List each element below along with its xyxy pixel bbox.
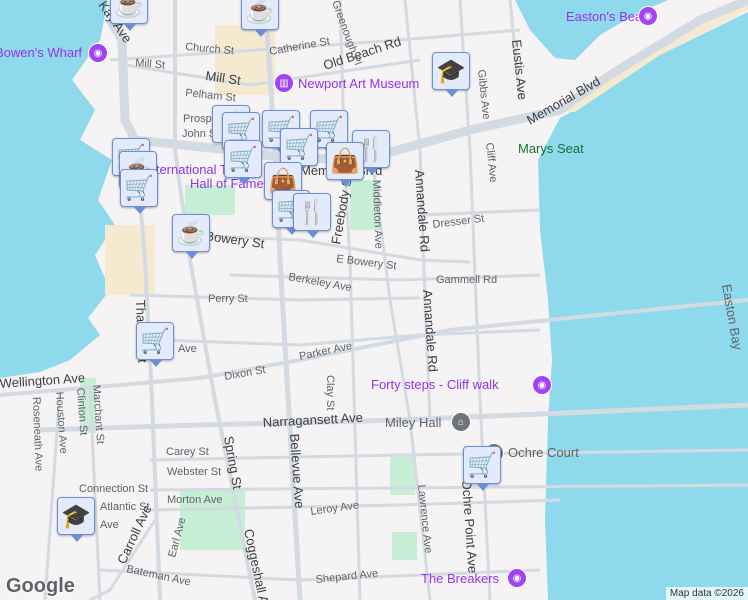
street-label: Cliff Ave [483,142,499,183]
street-label: Annandale Rd [420,289,441,372]
poi-label[interactable]: Newport Art Museum [298,76,419,91]
camera-icon[interactable]: ◉ [532,375,552,395]
street-label: Morton Ave [167,494,222,506]
street-label: Atlantic St [100,501,150,513]
street-label: Gibbs Ave [475,69,492,120]
school-marker[interactable]: 🎓 [432,52,470,97]
map-attribution[interactable]: Map data ©2026 [665,587,748,600]
shopping-cart-marker[interactable]: 🛒 [224,140,262,185]
street-label: Ave [100,519,119,531]
school-icon[interactable]: ⌂ [451,412,471,432]
street-label: Clay St [324,375,336,410]
google-logo: Google [6,575,75,597]
shopping-cart-marker[interactable]: 🛒 [136,322,174,367]
shopping-bag-icon: 👜 [330,147,360,175]
coffee-icon: ☕ [114,0,144,19]
street-label: Webster St [167,466,221,478]
street-label: Annandale Rd [412,169,433,252]
street-label: Ave [178,343,197,355]
coffee-marker[interactable]: ☕ [110,0,148,31]
shopping-cart-marker[interactable]: 🛒 [280,128,318,173]
shopping-bag-marker[interactable]: 👜 [326,142,364,187]
museum-icon[interactable]: ▥ [274,73,294,93]
street-label: Middleton Ave [370,180,384,249]
shopping-cart-icon: 🛒 [314,115,344,143]
shopping-cart-icon: 🛒 [124,174,154,202]
street-label: Connection St [79,483,148,495]
graduation-cap-icon: 🎓 [436,57,466,85]
shopping-cart-marker[interactable]: 🛒 [120,169,158,214]
poi-label[interactable]: Forty steps - Cliff walk [371,377,499,392]
school-marker[interactable]: 🎓 [57,497,95,542]
street-label: Mill St [135,57,166,72]
street-label: Eustis Ave [509,39,530,101]
poi-label[interactable]: Hall of Fame [190,176,264,191]
street-label: Perry St [208,293,248,305]
street-label: Ochre Point Ave [459,479,481,574]
street-label: Lawrence Ave [415,484,434,554]
camera-icon[interactable]: ◉ [507,568,527,588]
street-label: Old Beach Rd [321,34,403,73]
shopping-cart-icon: 🛒 [467,451,497,479]
restaurant-marker[interactable]: 🍴 [293,193,331,238]
street-label: Carey St [166,446,209,458]
map-canvas[interactable]: Church St Catherine St Old Beach Rd Mill… [0,0,748,600]
coffee-marker[interactable]: ☕ [172,214,210,259]
street-label: Bellevue Ave [287,433,307,509]
street-label: Dixon St [223,364,266,383]
coffee-icon: ☕ [245,0,275,25]
street-label: Berkeley Ave [287,271,352,294]
street-label: Gammell Rd [436,274,497,286]
poi-label[interactable]: Ochre Court [508,445,579,460]
camera-icon[interactable]: ◉ [638,6,658,26]
street-label: Spring St [221,435,245,491]
shopping-cart-icon: 🛒 [284,133,314,161]
poi-label[interactable]: Miley Hall [385,415,441,430]
graduation-cap-icon: 🎓 [61,502,91,530]
coffee-marker[interactable]: ☕ [241,0,279,37]
street-label: Roseneath Ave [30,397,45,472]
shopping-cart-icon: 🛒 [140,327,170,355]
street-label: Narragansett Ave [262,410,363,430]
poi-label[interactable]: Marys Seat [518,141,584,156]
poi-label[interactable]: Bowen's Wharf [0,45,82,60]
street-label: Leroy Ave [310,499,360,518]
street-label: Shepard Ave [315,567,379,585]
restaurant-icon: 🍴 [297,198,327,226]
shopping-cart-marker[interactable]: 🛒 [463,446,501,491]
street-label: Catherine St [268,36,330,58]
park [392,532,417,560]
coffee-icon: ☕ [176,219,206,247]
camera-icon[interactable]: ◉ [88,43,108,63]
shopping-cart-icon: 🛒 [228,145,258,173]
poi-label[interactable]: The Breakers [421,571,500,586]
street-label: Bowery St [205,228,266,251]
